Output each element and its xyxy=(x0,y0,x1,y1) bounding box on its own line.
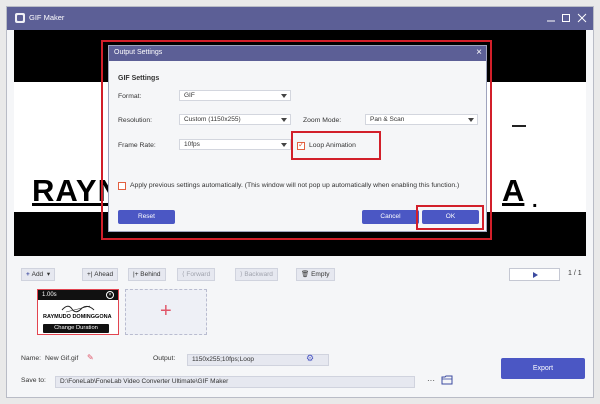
minimize-icon[interactable] xyxy=(545,12,557,24)
format-label: Format: xyxy=(118,93,142,100)
resolution-select[interactable]: Custom (1150x255) xyxy=(179,114,291,125)
ahead-button[interactable]: +| Ahead xyxy=(82,268,119,281)
empty-label: Empty xyxy=(311,271,330,278)
export-button[interactable]: Export xyxy=(501,358,585,379)
behind-button[interactable]: |+ Behind xyxy=(128,268,166,281)
zoom-mode-label: Zoom Mode: xyxy=(303,117,342,124)
window-title: GIF Maker xyxy=(29,13,65,22)
title-bar: GIF Maker xyxy=(7,7,593,30)
forward-label: Forward xyxy=(186,271,211,278)
backward-button[interactable]: ⟩ Backward xyxy=(235,268,278,281)
gear-icon[interactable]: ⚙ xyxy=(306,353,314,364)
chevron-down-icon xyxy=(468,118,474,122)
signature-icon xyxy=(61,305,95,313)
frame-rate-select[interactable]: 10fps xyxy=(179,139,291,150)
preview-text-dot: . xyxy=(532,190,538,212)
resolution-label: Resolution: xyxy=(118,117,153,124)
preview-dash xyxy=(512,125,526,127)
forward-icon: ⟨ xyxy=(182,271,185,278)
empty-button[interactable]: 🗑 Empty xyxy=(296,268,335,281)
page-count: 1 / 1 xyxy=(568,270,582,277)
forward-button[interactable]: ⟨ Forward xyxy=(177,268,216,281)
play-icon xyxy=(533,272,538,278)
ahead-icon: +| xyxy=(87,271,93,278)
resolution-value: Custom (1150x255) xyxy=(184,116,241,123)
add-button[interactable]: + Add ▾ xyxy=(21,268,56,281)
dialog-close-icon[interactable]: × xyxy=(476,47,482,58)
close-icon[interactable] xyxy=(576,12,588,24)
folder-icon[interactable] xyxy=(441,374,453,387)
format-value: GIF xyxy=(184,92,195,99)
name-label: Name: xyxy=(21,355,42,362)
zoom-mode-select[interactable]: Pan & Scan xyxy=(365,114,478,125)
behind-icon: |+ xyxy=(133,271,139,278)
play-button[interactable] xyxy=(509,268,560,281)
add-clip-slot[interactable]: + xyxy=(125,289,207,335)
backward-label: Backward xyxy=(244,271,273,278)
frame-rate-value: 10fps xyxy=(184,141,200,148)
ok-button-highlight xyxy=(416,205,484,230)
chevron-down-icon xyxy=(281,94,287,98)
reset-button[interactable]: Reset xyxy=(118,210,175,224)
save-to-label: Save to: xyxy=(21,377,46,384)
dialog-title-text: Output Settings xyxy=(114,49,163,56)
loop-animation-highlight xyxy=(291,131,381,160)
preview-text-right: A xyxy=(502,173,525,208)
behind-label: Behind xyxy=(140,271,161,278)
browse-button[interactable]: ··· xyxy=(421,376,441,388)
maximize-icon[interactable] xyxy=(560,12,572,24)
chevron-down-icon xyxy=(281,143,287,147)
trash-icon: 🗑 xyxy=(301,271,310,278)
save-path-value: D:\FoneLab\FoneLab Video Converter Ultim… xyxy=(60,378,229,385)
name-value: New Gif.gif xyxy=(45,355,79,362)
output-label: Output: xyxy=(153,355,176,362)
gif-settings-heading: GIF Settings xyxy=(118,75,160,82)
apply-previous-label: Apply previous settings automatically. (… xyxy=(130,182,460,189)
clip-duration: 1.00s xyxy=(42,292,57,298)
plus-icon: + xyxy=(160,300,172,322)
app-logo-icon xyxy=(15,13,25,23)
add-label: Add xyxy=(31,271,44,278)
output-value: 1150x255;10fps;Loop xyxy=(192,356,255,363)
apply-previous-checkbox[interactable] xyxy=(118,182,126,190)
chevron-down-icon[interactable]: ▾ xyxy=(47,271,50,278)
format-select[interactable]: GIF xyxy=(179,90,291,101)
edit-name-icon[interactable]: ✎ xyxy=(87,353,94,362)
dialog-title: Output Settings xyxy=(109,46,486,61)
ahead-label: Ahead xyxy=(94,271,114,278)
cancel-button[interactable]: Cancel xyxy=(362,210,419,224)
chevron-down-icon xyxy=(281,118,287,122)
backward-icon: ⟩ xyxy=(240,271,243,278)
clip-caption: RAYMUDO DOMINGGONA xyxy=(43,314,112,320)
clip-close-icon[interactable]: × xyxy=(106,291,114,299)
clip-thumbnail[interactable]: 1.00s × RAYMUDO DOMINGGONA Change Durati… xyxy=(37,289,119,335)
zoom-mode-value: Pan & Scan xyxy=(370,116,405,123)
save-path-field[interactable]: D:\FoneLab\FoneLab Video Converter Ultim… xyxy=(55,376,415,388)
change-duration-button[interactable]: Change Duration xyxy=(43,324,109,333)
frame-rate-label: Frame Rate: xyxy=(118,142,156,149)
